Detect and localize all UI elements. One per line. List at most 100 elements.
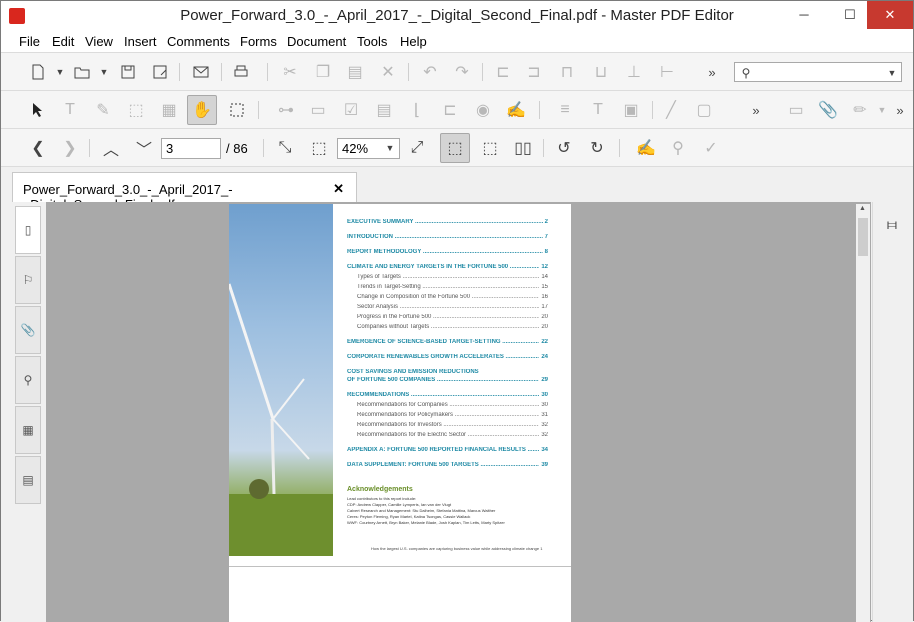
new-dropdown-icon[interactable]: ▼ xyxy=(49,61,71,83)
checkbox-field-icon[interactable]: ☑ xyxy=(340,99,362,121)
link-tool-icon[interactable]: ⊶ xyxy=(275,99,297,121)
toc-entry[interactable]: Types of Targets .......................… xyxy=(347,274,548,280)
toc-entry[interactable]: Companies without Targets ..............… xyxy=(347,324,548,330)
align-middle-icon[interactable]: ⊢ xyxy=(656,61,678,83)
rotate-left-icon[interactable]: ↺ xyxy=(553,137,575,159)
line-tool-icon[interactable]: ╱ xyxy=(660,99,682,121)
continuous-view-icon[interactable]: ⬚ xyxy=(479,137,501,159)
marquee-select-icon[interactable] xyxy=(226,99,248,121)
vertical-scrollbar[interactable]: ▲ xyxy=(856,204,870,622)
menu-document[interactable]: Document xyxy=(287,34,346,49)
previous-page-icon[interactable]: ︿ xyxy=(100,137,122,159)
toc-entry[interactable]: INTRODUCTION ...........................… xyxy=(347,234,548,240)
select-arrow-icon[interactable] xyxy=(26,99,48,121)
fit-width-icon[interactable]: ⤢ xyxy=(406,137,428,159)
toc-entry[interactable]: Sector Analysis ........................… xyxy=(347,304,548,310)
text-field-icon[interactable]: ⊏ xyxy=(439,99,461,121)
add-text-icon[interactable]: T xyxy=(587,99,609,121)
toc-entry[interactable]: RECOMMENDATIONS ........................… xyxy=(347,392,548,398)
align-left-icon[interactable]: ⊏ xyxy=(492,61,514,83)
toc-entry[interactable]: EMERGENCE OF SCIENCE-BASED TARGET-SETTIN… xyxy=(347,339,548,345)
toc-entry[interactable]: Trends in Target-Setting ...............… xyxy=(347,284,548,290)
document-tab[interactable]: Power_Forward_3.0_-_April_2017_-_Digital… xyxy=(12,172,357,212)
menu-insert[interactable]: Insert xyxy=(124,34,157,49)
toc-entry[interactable]: Progress in the Fortune 500 ............… xyxy=(347,314,548,320)
toc-entry[interactable]: CORPORATE RENEWABLES GROWTH ACCELERATES … xyxy=(347,354,548,360)
save-as-icon[interactable] xyxy=(149,61,171,83)
add-text-block-icon[interactable]: ≡ xyxy=(554,99,576,121)
toolbar-overflow-icon-3[interactable]: » xyxy=(889,99,911,121)
cut-icon[interactable]: ✂ xyxy=(279,61,301,83)
search-panel-icon[interactable]: ⚲ xyxy=(15,356,41,404)
two-page-view-icon[interactable]: ▯▯ xyxy=(512,137,534,159)
combo-field-icon[interactable]: ▤ xyxy=(373,99,395,121)
menu-comments[interactable]: Comments xyxy=(167,34,230,49)
menu-tools[interactable]: Tools xyxy=(357,34,387,49)
align-top-icon[interactable]: ⊓ xyxy=(556,61,578,83)
align-center-icon[interactable]: ⊥ xyxy=(623,61,645,83)
copy-icon[interactable]: ❐ xyxy=(312,61,334,83)
hand-tool-icon[interactable]: ✋ xyxy=(187,95,217,125)
align-right-icon[interactable]: ⊐ xyxy=(523,61,545,83)
attachments-panel-icon[interactable]: 📎 xyxy=(15,306,41,354)
maximize-button[interactable]: ☐ xyxy=(833,1,867,29)
menu-view[interactable]: View xyxy=(85,34,113,49)
undo-icon[interactable]: ↶ xyxy=(419,61,441,83)
open-folder-icon[interactable] xyxy=(71,61,93,83)
properties-sliders-icon[interactable]: ⧦ xyxy=(881,214,903,236)
layers-panel-icon[interactable]: ▦ xyxy=(15,406,41,454)
add-image-icon[interactable]: ▣ xyxy=(620,99,642,121)
close-button[interactable]: ✕ xyxy=(867,1,913,29)
text-tool-icon[interactable]: T xyxy=(59,99,81,121)
toc-entry[interactable]: COST SAVINGS AND EMISSION REDUCTIONS xyxy=(347,369,548,375)
attach-icon[interactable]: 📎 xyxy=(817,99,839,121)
toc-entry[interactable]: OF FORTUNE 500 COMPANIES ...............… xyxy=(347,377,548,383)
delete-icon[interactable]: ✕ xyxy=(377,61,399,83)
toc-entry[interactable]: APPENDIX A: FORTUNE 500 REPORTED FINANCI… xyxy=(347,447,548,453)
signature-field-icon[interactable]: ✍ xyxy=(505,99,527,121)
menu-edit[interactable]: Edit xyxy=(52,34,74,49)
toc-entry[interactable]: REPORT METHODOLOGY .....................… xyxy=(347,249,548,255)
menu-forms[interactable]: Forms xyxy=(240,34,277,49)
rotate-right-icon[interactable]: ↻ xyxy=(586,137,608,159)
edit-text-icon[interactable]: ✎ xyxy=(92,99,114,121)
actual-size-icon[interactable]: ⤡ xyxy=(274,137,296,159)
search-input[interactable]: ⚲ ▼ xyxy=(734,62,902,82)
forward-icon[interactable]: ❯ xyxy=(59,137,81,159)
minimize-button[interactable]: ─ xyxy=(787,1,821,29)
toolbar-overflow-icon-2[interactable]: » xyxy=(745,99,767,121)
toc-entry[interactable]: DATA SUPPLEMENT: FORTUNE 500 TARGETS ...… xyxy=(347,462,548,468)
search-dropdown-icon[interactable]: ▼ xyxy=(881,62,903,84)
tab-close-icon[interactable]: ✕ xyxy=(333,181,344,197)
page-number-input[interactable]: 3 xyxy=(161,138,221,159)
save-icon[interactable] xyxy=(117,61,139,83)
radio-field-icon[interactable]: ◉ xyxy=(472,99,494,121)
sign-icon[interactable]: ✍ xyxy=(635,137,657,159)
bookmarks-panel-icon[interactable]: ⚐ xyxy=(15,256,41,304)
toc-entry[interactable]: EXECUTIVE SUMMARY ......................… xyxy=(347,219,548,225)
align-bottom-icon[interactable]: ⊔ xyxy=(590,61,612,83)
next-page-icon[interactable]: ﹀ xyxy=(133,137,155,159)
verify-icon[interactable]: ✓ xyxy=(700,137,722,159)
toc-entry[interactable]: Change in Composition of the Fortune 500… xyxy=(347,294,548,300)
pages-panel-icon[interactable]: ▯ xyxy=(15,206,41,254)
highlight-icon[interactable]: ✏ xyxy=(849,99,871,121)
scroll-up-icon[interactable]: ▲ xyxy=(859,205,866,212)
rectangle-tool-icon[interactable]: ▢ xyxy=(693,99,715,121)
print-icon[interactable] xyxy=(230,61,252,83)
menu-help[interactable]: Help xyxy=(400,34,427,49)
fit-page-icon[interactable]: ⬚ xyxy=(308,137,330,159)
list-field-icon[interactable]: ⌊ xyxy=(406,99,428,121)
redo-icon[interactable]: ↷ xyxy=(451,61,473,83)
edit-object-icon[interactable]: ⬚ xyxy=(125,99,147,121)
back-icon[interactable]: ❮ xyxy=(27,137,49,159)
single-page-view-icon[interactable]: ⬚ xyxy=(440,133,470,163)
email-icon[interactable] xyxy=(190,61,212,83)
toc-entry[interactable]: CLIMATE AND ENERGY TARGETS IN THE FORTUN… xyxy=(347,264,548,270)
toolbar-overflow-icon[interactable]: » xyxy=(701,61,723,83)
new-document-icon[interactable] xyxy=(27,61,49,83)
toc-entry[interactable]: Recommendations for Companies ..........… xyxy=(347,402,548,408)
form-icon[interactable]: ▦ xyxy=(158,99,180,121)
toc-entry[interactable]: Recommendations for Policymakers .......… xyxy=(347,412,548,418)
properties-panel-icon[interactable]: ▤ xyxy=(15,456,41,504)
